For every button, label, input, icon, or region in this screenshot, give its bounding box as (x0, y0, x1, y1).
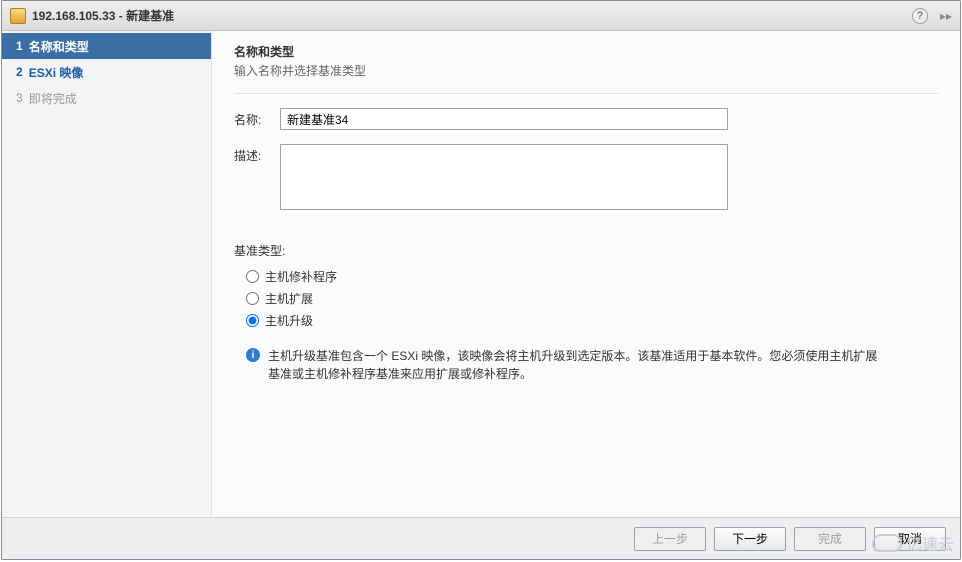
wizard-step-ready: 3 即将完成 (2, 85, 211, 111)
next-button[interactable]: 下一步 (714, 527, 786, 551)
radio-host-extension-label: 主机扩展 (265, 290, 313, 307)
radio-host-patch-input[interactable] (246, 270, 259, 283)
radio-host-patch-label: 主机修补程序 (265, 268, 337, 285)
radio-host-extension[interactable]: 主机扩展 (246, 287, 938, 309)
baseline-type-label: 基准类型: (234, 242, 938, 259)
wizard-main: 名称和类型 输入名称并选择基准类型 名称: 描述: 基准类型: 主机修补程序 主… (212, 31, 960, 517)
window-title: 192.168.105.33 - 新建基准 (32, 7, 174, 24)
app-icon (10, 8, 26, 24)
section-heading: 名称和类型 (234, 43, 938, 60)
description-textarea[interactable] (280, 144, 728, 210)
step-label: 名称和类型 (29, 38, 89, 55)
info-text: 主机升级基准包含一个 ESXi 映像，该映像会将主机升级到选定版本。该基准适用于… (268, 347, 886, 383)
step-number: 2 (16, 65, 23, 79)
finish-button: 完成 (794, 527, 866, 551)
radio-host-extension-input[interactable] (246, 292, 259, 305)
radio-host-upgrade-input[interactable] (246, 314, 259, 327)
help-icon[interactable]: ? (912, 8, 928, 24)
dialog-body: 1 名称和类型 2 ESXi 映像 3 即将完成 名称和类型 输入名称并选择基准… (2, 31, 960, 517)
expand-icon[interactable]: ▸▸ (940, 9, 952, 23)
name-label: 名称: (234, 108, 280, 128)
radio-host-patch[interactable]: 主机修补程序 (246, 265, 938, 287)
title-bar: 192.168.105.33 - 新建基准 ? ▸▸ (2, 1, 960, 31)
step-number: 3 (16, 91, 23, 105)
dialog-window: 192.168.105.33 - 新建基准 ? ▸▸ 1 名称和类型 2 ESX… (1, 0, 961, 560)
description-label: 描述: (234, 144, 280, 164)
radio-host-upgrade[interactable]: 主机升级 (246, 309, 938, 331)
back-button: 上一步 (634, 527, 706, 551)
dialog-footer: 上一步 下一步 完成 取消 (2, 517, 960, 559)
info-panel: i 主机升级基准包含一个 ESXi 映像，该映像会将主机升级到选定版本。该基准适… (246, 347, 886, 383)
radio-host-upgrade-label: 主机升级 (265, 312, 313, 329)
step-number: 1 (16, 39, 23, 53)
section-subheading: 输入名称并选择基准类型 (234, 62, 938, 79)
divider (234, 93, 938, 94)
name-input[interactable] (280, 108, 728, 130)
wizard-sidebar: 1 名称和类型 2 ESXi 映像 3 即将完成 (2, 31, 212, 517)
cancel-button[interactable]: 取消 (874, 527, 946, 551)
step-label: 即将完成 (29, 90, 77, 107)
info-icon: i (246, 348, 260, 362)
wizard-step-name-type[interactable]: 1 名称和类型 (2, 33, 211, 59)
step-label: ESXi 映像 (29, 64, 84, 81)
wizard-step-esxi-image[interactable]: 2 ESXi 映像 (2, 59, 211, 85)
